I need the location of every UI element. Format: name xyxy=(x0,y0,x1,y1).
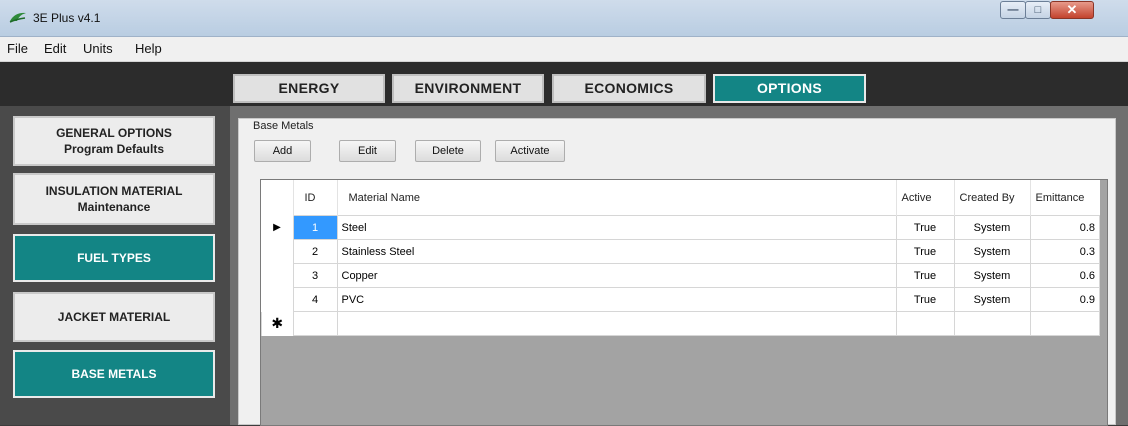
cell-emittance[interactable]: 0.3 xyxy=(1029,239,1100,264)
tab-environment[interactable]: ENVIRONMENT xyxy=(392,74,544,103)
grid-header-row: ID Material Name Active Created By Emitt… xyxy=(261,180,1100,216)
jacket-material-button[interactable]: JACKET MATERIAL xyxy=(13,292,215,342)
jacket-material-label: JACKET MATERIAL xyxy=(57,310,171,324)
maximize-icon: □ xyxy=(1034,4,1042,16)
base-metals-group: Base Metals Add Edit Delete Activate ID … xyxy=(238,118,1116,426)
menu-help[interactable]: Help xyxy=(135,41,162,56)
new-cell-created-by[interactable] xyxy=(953,311,1031,336)
fuel-types-label: FUEL TYPES xyxy=(77,251,151,265)
insulation-material-label: INSULATION MATERIAL xyxy=(45,184,183,198)
cell-id[interactable]: 4 xyxy=(292,287,338,312)
group-title: Base Metals xyxy=(252,120,315,132)
row-header xyxy=(262,240,294,264)
current-row-indicator-icon: ▶ xyxy=(273,222,281,233)
column-header-id[interactable]: ID xyxy=(293,180,338,216)
general-options-button[interactable]: GENERAL OPTIONS Program Defaults xyxy=(13,116,215,166)
tab-economics[interactable]: ECONOMICS xyxy=(552,74,706,103)
new-row[interactable]: ✱ xyxy=(261,311,1100,336)
cell-emittance[interactable]: 0.9 xyxy=(1029,287,1100,312)
new-row-asterisk-icon: ✱ xyxy=(261,311,293,336)
insulation-material-button[interactable]: INSULATION MATERIAL Maintenance xyxy=(13,173,215,225)
cell-active[interactable]: True xyxy=(895,287,955,312)
fuel-types-button[interactable]: FUEL TYPES xyxy=(13,234,215,282)
cell-active[interactable]: True xyxy=(895,239,955,264)
cell-created-by[interactable]: System xyxy=(953,287,1031,312)
new-cell-material-name[interactable] xyxy=(336,311,897,336)
maximize-button[interactable]: □ xyxy=(1025,1,1051,19)
column-header-material-name[interactable]: Material Name xyxy=(337,180,897,216)
base-metals-label: BASE METALS xyxy=(71,367,157,381)
cell-material-name[interactable]: Stainless Steel xyxy=(336,239,897,264)
main-panel: Base Metals Add Edit Delete Activate ID … xyxy=(230,106,1128,426)
close-button[interactable]: ✕ xyxy=(1050,1,1094,19)
general-options-label: GENERAL OPTIONS xyxy=(56,126,172,140)
table-row[interactable]: 4 PVC True System 0.9 xyxy=(262,287,1100,312)
new-cell-id[interactable] xyxy=(292,311,338,336)
table-row[interactable]: 3 Copper True System 0.6 xyxy=(262,263,1100,288)
row-header xyxy=(262,288,294,312)
sidebar: GENERAL OPTIONS Program Defaults INSULAT… xyxy=(0,106,230,425)
title-bar: 3E Plus v4.1 — □ ✕ xyxy=(0,0,1128,37)
cell-active[interactable]: True xyxy=(895,215,955,240)
column-header-active[interactable]: Active xyxy=(896,180,955,216)
menu-bar: File Edit Units Help xyxy=(0,37,1128,62)
row-header-corner xyxy=(261,180,294,216)
cell-emittance[interactable]: 0.6 xyxy=(1029,263,1100,288)
edit-button[interactable]: Edit xyxy=(339,140,396,162)
menu-edit[interactable]: Edit xyxy=(44,41,66,56)
column-header-emittance[interactable]: Emittance xyxy=(1030,180,1100,216)
add-button[interactable]: Add xyxy=(254,140,311,162)
new-cell-active[interactable] xyxy=(895,311,955,336)
tab-energy[interactable]: ENERGY xyxy=(233,74,385,103)
cell-material-name[interactable]: PVC xyxy=(336,287,897,312)
cell-created-by[interactable]: System xyxy=(953,239,1031,264)
cell-created-by[interactable]: System xyxy=(953,263,1031,288)
cell-emittance[interactable]: 0.8 xyxy=(1029,215,1100,240)
activate-button[interactable]: Activate xyxy=(495,140,565,162)
menu-file[interactable]: File xyxy=(7,41,28,56)
cell-material-name[interactable]: Copper xyxy=(336,263,897,288)
table-row[interactable]: ▶ 1 Steel True System 0.8 xyxy=(262,215,1100,240)
table-row[interactable]: 2 Stainless Steel True System 0.3 xyxy=(262,239,1100,264)
window-title: 3E Plus v4.1 xyxy=(33,11,101,25)
new-cell-emittance[interactable] xyxy=(1029,311,1100,336)
tab-bar: ENERGY ENVIRONMENT ECONOMICS OPTIONS xyxy=(0,62,1128,106)
cell-id[interactable]: 3 xyxy=(292,263,338,288)
cell-created-by[interactable]: System xyxy=(953,215,1031,240)
row-header xyxy=(262,264,294,288)
base-metals-button[interactable]: BASE METALS xyxy=(13,350,215,398)
column-header-created-by[interactable]: Created By xyxy=(954,180,1031,216)
maintenance-label: Maintenance xyxy=(77,200,151,214)
cell-id[interactable]: 1 xyxy=(292,215,338,240)
tab-options[interactable]: OPTIONS xyxy=(713,74,866,103)
minimize-button[interactable]: — xyxy=(1000,1,1026,19)
cell-id[interactable]: 2 xyxy=(292,239,338,264)
cell-active[interactable]: True xyxy=(895,263,955,288)
delete-button[interactable]: Delete xyxy=(415,140,481,162)
menu-units[interactable]: Units xyxy=(83,41,113,56)
close-icon: ✕ xyxy=(1066,2,1078,17)
base-metals-grid[interactable]: ID Material Name Active Created By Emitt… xyxy=(260,179,1108,426)
minimize-icon: — xyxy=(1007,4,1019,16)
program-defaults-label: Program Defaults xyxy=(63,142,165,156)
cell-material-name[interactable]: Steel xyxy=(336,215,897,240)
3e-plus-logo-icon xyxy=(9,12,26,23)
